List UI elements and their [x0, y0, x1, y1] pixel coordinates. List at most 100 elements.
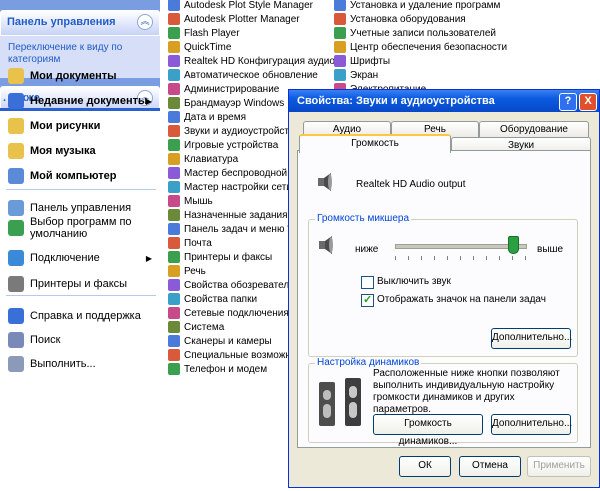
start-menu-item-icon	[8, 93, 24, 109]
slider-tick	[460, 256, 461, 260]
start-menu-item-label: Мой компьютер	[30, 170, 117, 182]
control-panel-item-label: Автоматическое обновление	[184, 69, 318, 81]
control-panel-item-label: Принтеры и факсы	[184, 251, 273, 263]
control-panel-item[interactable]: Речь	[168, 264, 206, 278]
speaker-advanced-button[interactable]: Дополнительно...	[491, 414, 572, 435]
show-icon-label: Отображать значок на панели задач	[377, 294, 546, 305]
control-panel-item[interactable]: Установка и удаление программ	[334, 0, 500, 12]
control-panel-item[interactable]: Свойства папки	[168, 292, 257, 306]
applet-icon	[168, 335, 180, 347]
mute-label: Выключить звук	[377, 276, 451, 287]
show-icon-checkbox[interactable]: ✓	[361, 294, 374, 307]
applet-icon	[168, 13, 180, 25]
start-menu-item[interactable]: Мои документы	[8, 65, 158, 87]
start-menu-item-label: Моя музыка	[30, 145, 96, 157]
control-panel-item-label: Клавиатура	[184, 153, 239, 165]
control-panel-item[interactable]: Дата и время	[168, 110, 246, 124]
control-panel-item[interactable]: Autodesk Plotter Manager	[168, 12, 300, 26]
start-menu-item-label: Выполнить...	[30, 358, 96, 370]
close-button[interactable]: X	[579, 93, 597, 111]
control-panel-item-label: Почта	[184, 237, 212, 249]
control-panel-item[interactable]: Телефон и модем	[168, 362, 267, 376]
control-panel-item-label: Центр обеспечения безопасности	[350, 41, 508, 53]
start-menu-item[interactable]: Поиск	[8, 329, 158, 351]
start-menu-item[interactable]: Справка и поддержка	[8, 305, 158, 327]
control-panel-item[interactable]: Свойства обозревателя	[168, 278, 295, 292]
applet-icon	[168, 223, 180, 235]
control-panel-item[interactable]: Звуки и аудиоустройства	[168, 124, 300, 138]
start-menu-item-icon	[8, 200, 24, 216]
slider-tick	[395, 256, 396, 260]
collapse-chevron-icon[interactable]: ︽	[137, 14, 153, 30]
control-panel-item-label: Мастер настройки сети	[184, 181, 292, 193]
control-panel-item[interactable]: Система	[168, 320, 224, 334]
control-panel-item[interactable]: Сетевые подключения	[168, 306, 289, 320]
control-panel-item[interactable]: Flash Player	[168, 26, 240, 40]
start-menu-item[interactable]: Моя музыка	[8, 140, 158, 162]
slider-tick	[499, 256, 500, 260]
mixer-volume-title: Громкость микшера	[315, 213, 412, 224]
submenu-arrow-icon: ▶	[145, 96, 152, 106]
control-panel-item[interactable]: Игровые устройства	[168, 138, 278, 152]
control-panel-item[interactable]: Почта	[168, 236, 212, 250]
slider-tick	[434, 256, 435, 260]
switch-view-link[interactable]: Переключение к виду по категориям	[8, 42, 128, 66]
start-menu-item[interactable]: Принтеры и факсы	[8, 273, 158, 295]
control-panel-item[interactable]: Назначенные задания	[168, 208, 288, 222]
start-menu-item[interactable]: Мой компьютер	[8, 165, 158, 187]
control-panel-item-label: Свойства папки	[184, 293, 258, 305]
ok-button[interactable]: ОК	[399, 456, 451, 477]
device-name: Realtek HD Audio output	[356, 179, 466, 190]
control-panel-item[interactable]: Мастер беспроводной сет	[168, 166, 305, 180]
apply-button[interactable]: Применить	[527, 456, 591, 477]
control-panel-item-label: Телефон и модем	[184, 363, 268, 375]
tab-volume[interactable]: Громкость	[299, 134, 451, 153]
control-panel-item[interactable]: Центр обеспечения безопасности	[334, 40, 507, 54]
control-panel-item[interactable]: Брандмауэр Windows	[168, 96, 284, 110]
dialog-titlebar[interactable]: Свойства: Звуки и аудиоустройства ? X	[289, 90, 599, 112]
start-menu-item-label: Мои рисунки	[30, 120, 101, 132]
control-panel-item[interactable]: Администрирование	[168, 82, 279, 96]
control-panel-item[interactable]: Шрифты	[334, 54, 390, 68]
volume-slider-thumb[interactable]	[508, 236, 519, 254]
control-panel-item[interactable]: Установка оборудования	[334, 12, 466, 26]
start-menu-item[interactable]: Подключение ▶	[8, 247, 158, 269]
control-panel-item[interactable]: QuickTime	[168, 40, 231, 54]
control-panel-item-label: Сканеры и камеры	[184, 335, 272, 347]
mute-checkbox[interactable]	[361, 276, 374, 289]
tab-hardware[interactable]: Оборудование	[479, 121, 589, 137]
control-panel-item[interactable]: Мастер настройки сети	[168, 180, 292, 194]
control-panel-item-label: Панель задач и меню "Пу	[184, 223, 303, 235]
control-panel-item-label: Назначенные задания	[184, 209, 288, 221]
start-menu-item[interactable]: Выбор программ по умолчанию	[8, 216, 158, 240]
control-panel-item-label: Экран	[350, 69, 379, 81]
applet-icon	[168, 153, 180, 165]
mixer-advanced-button[interactable]: Дополнительно...	[491, 328, 572, 349]
control-panel-item-label: Мастер беспроводной сет	[184, 167, 305, 179]
applet-icon	[168, 55, 180, 67]
control-panel-item-label: Специальные возможнос	[184, 349, 302, 361]
control-panel-item[interactable]: Автоматическое обновление	[168, 68, 318, 82]
cancel-button[interactable]: Отмена	[459, 456, 521, 477]
control-panel-item[interactable]: Принтеры и факсы	[168, 250, 272, 264]
mixer-volume-group: Громкость микшера ниже выше Выключить зв…	[308, 213, 578, 357]
start-menu-item[interactable]: Мои рисунки	[8, 115, 158, 137]
control-panel-item[interactable]: Клавиатура	[168, 152, 238, 166]
start-menu-item-icon	[8, 308, 24, 324]
start-menu-item[interactable]: Выполнить...	[8, 353, 158, 375]
speaker-volume-button[interactable]: Громкость динамиков...	[373, 414, 483, 447]
control-panel-header[interactable]: Панель управления ︽	[0, 10, 160, 36]
control-panel-item[interactable]: Мышь	[168, 194, 213, 208]
start-menu-item[interactable]: Недавние документы ▶	[8, 90, 158, 112]
control-panel-item[interactable]: Сканеры и камеры	[168, 334, 272, 348]
control-panel-item[interactable]: Учетные записи пользователей	[334, 26, 496, 40]
control-panel-item[interactable]: Экран	[334, 68, 378, 82]
control-panel-item[interactable]: Специальные возможнос	[168, 348, 302, 362]
help-button[interactable]: ?	[559, 93, 577, 111]
control-panel-item[interactable]: Autodesk Plot Style Manager	[168, 0, 313, 12]
applet-icon	[168, 69, 180, 81]
volume-high-label: выше	[537, 244, 564, 255]
control-panel-item[interactable]: Панель задач и меню "Пу	[168, 222, 303, 236]
speaker-icon	[318, 173, 332, 191]
control-panel-item[interactable]: Realtek HD Конфигурация аудио	[168, 54, 335, 68]
